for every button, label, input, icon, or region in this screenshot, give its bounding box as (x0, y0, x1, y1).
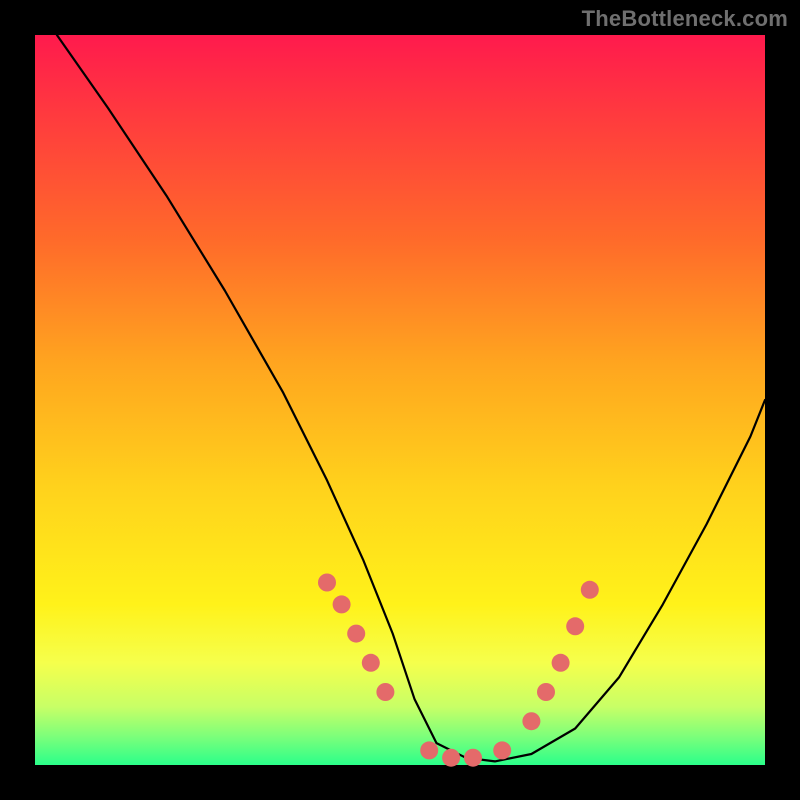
highlight-marker (581, 581, 599, 599)
highlight-marker (318, 574, 336, 592)
highlight-marker (537, 683, 555, 701)
highlight-marker (566, 617, 584, 635)
highlight-marker (376, 683, 394, 701)
highlight-marker (442, 749, 460, 767)
highlight-marker (522, 712, 540, 730)
watermark-text: TheBottleneck.com (582, 6, 788, 32)
highlight-marker (333, 595, 351, 613)
plot-area (35, 35, 765, 765)
highlight-markers (318, 574, 599, 767)
highlight-marker (493, 741, 511, 759)
highlight-marker (552, 654, 570, 672)
highlight-marker (420, 741, 438, 759)
highlight-marker (362, 654, 380, 672)
highlight-marker (347, 625, 365, 643)
highlight-marker (464, 749, 482, 767)
bottleneck-curve (57, 35, 765, 761)
chart-frame: TheBottleneck.com (0, 0, 800, 800)
curve-layer (35, 35, 765, 765)
